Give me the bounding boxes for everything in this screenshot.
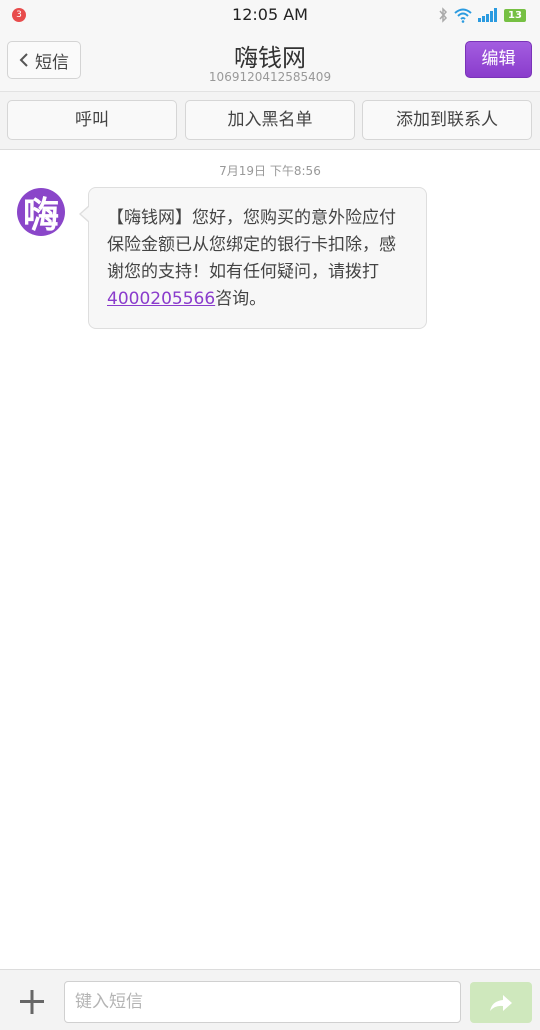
message-text-end: 咨询。 (215, 289, 267, 309)
avatar-text: 嗨 (22, 195, 59, 236)
composer-bar (0, 969, 540, 1030)
contact-name: 嗨钱网 (234, 44, 306, 72)
wifi-icon (454, 8, 472, 23)
phone-number-link[interactable]: 4000205566 (107, 289, 215, 309)
send-button[interactable] (470, 982, 532, 1023)
bubble-tail-inner (81, 206, 90, 222)
message-text: 【嗨钱网】您好，您购买的意外险应付保险金额已从您绑定的银行卡扣除，感谢您的支持！… (107, 208, 396, 282)
message-input[interactable] (64, 981, 461, 1023)
status-icons: 13 (438, 7, 526, 23)
conversation-header: 短信 嗨钱网 1069120412585409 编辑 (0, 30, 540, 92)
edit-button[interactable]: 编辑 (465, 41, 532, 78)
contact-number: 1069120412585409 (208, 70, 332, 84)
call-button[interactable]: 呼叫 (7, 100, 177, 140)
battery-icon: 13 (504, 8, 526, 22)
bluetooth-icon (438, 7, 448, 23)
plus-icon (20, 990, 44, 1014)
send-arrow-icon (490, 994, 512, 1011)
sms-conversation-screen: 3 12:05 AM 13 短信 嗨钱网 1069120412585409 编辑… (0, 0, 540, 1030)
message-bubble[interactable]: 【嗨钱网】您好，您购买的意外险应付保险金额已从您绑定的银行卡扣除，感谢您的支持！… (88, 187, 427, 329)
avatar[interactable]: 嗨 (17, 188, 65, 236)
attach-button[interactable] (12, 982, 52, 1022)
message-timestamp: 7月19日 下午8:56 (219, 164, 321, 178)
add-to-contacts-button[interactable]: 添加到联系人 (362, 100, 532, 140)
add-to-blacklist-button[interactable]: 加入黑名单 (185, 100, 355, 140)
status-bar: 3 12:05 AM 13 (0, 0, 540, 30)
action-row: 呼叫 加入黑名单 添加到联系人 (0, 92, 540, 150)
signal-icon (478, 8, 498, 22)
